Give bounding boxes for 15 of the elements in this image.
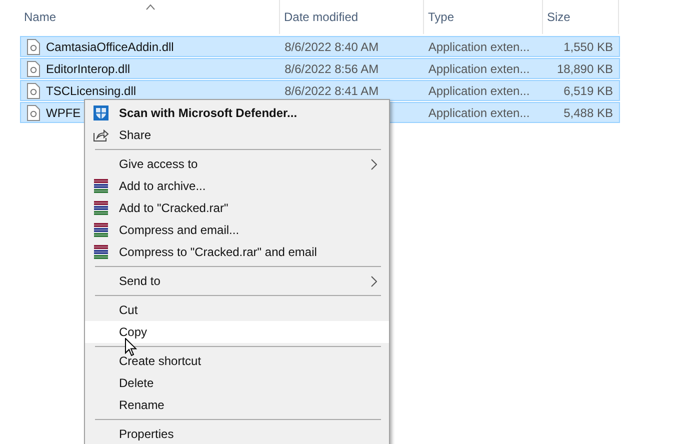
date-modified: 8/6/2022 8:40 AM — [284, 40, 379, 54]
file-name: CamtasiaOfficeAddin.dll — [46, 40, 174, 54]
file-size: 6,519 KB — [564, 84, 613, 98]
file-name: WPFE — [46, 106, 81, 120]
file-name: TSCLicensing.dll — [46, 84, 136, 98]
file-size: 18,890 KB — [556, 62, 613, 76]
file-type: Application exten... — [428, 62, 530, 76]
file-type: Application exten... — [428, 84, 530, 98]
date-modified: 8/6/2022 8:56 AM — [284, 62, 379, 76]
file-type: Application exten... — [428, 40, 530, 54]
file-name: EditorInterop.dll — [46, 62, 130, 76]
file-size: 1,550 KB — [564, 40, 613, 54]
file-type: Application exten... — [428, 106, 530, 120]
file-size: 5,488 KB — [564, 106, 613, 120]
date-modified: 8/6/2022 8:41 AM — [284, 84, 379, 98]
